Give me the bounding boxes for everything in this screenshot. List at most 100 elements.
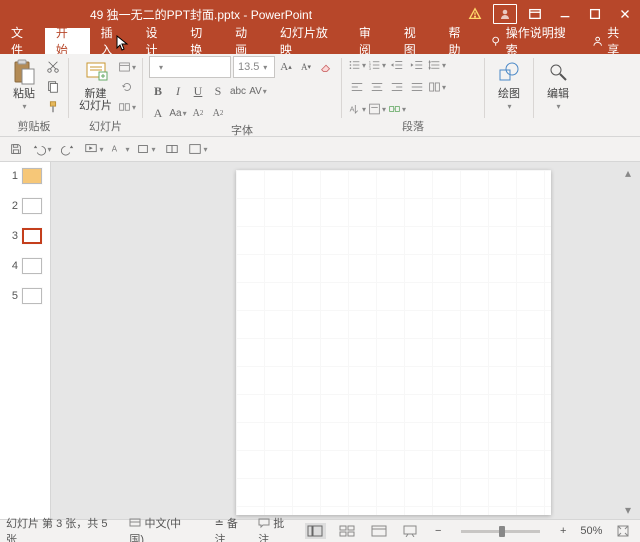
tab-design[interactable]: 设计	[134, 28, 179, 54]
format-painter-button[interactable]	[44, 98, 62, 116]
clear-format-button[interactable]	[317, 58, 335, 76]
slideshow-view-button[interactable]	[399, 523, 421, 539]
align-center-button[interactable]	[368, 78, 386, 96]
tab-view[interactable]: 视图	[393, 28, 438, 54]
columns-icon	[428, 80, 441, 94]
tab-review[interactable]: 审阅	[348, 28, 393, 54]
start-from-beginning-button[interactable]: ▾	[84, 140, 104, 158]
scroll-up-icon[interactable]: ▴	[625, 166, 637, 178]
thumbnail-1[interactable]: 1	[8, 168, 42, 184]
layout-button[interactable]: ▾	[118, 58, 136, 76]
reading-view-button[interactable]	[368, 523, 390, 539]
ribbon-options-button[interactable]	[520, 3, 550, 25]
bullets-button[interactable]: ▾	[348, 56, 366, 74]
text-direction-button[interactable]: A▾	[348, 100, 366, 118]
justify-icon	[410, 80, 424, 94]
valign-icon	[368, 102, 381, 116]
zoom-knob[interactable]	[499, 526, 505, 537]
copy-button[interactable]	[44, 78, 62, 96]
inc-indent-button[interactable]	[408, 56, 426, 74]
tab-insert[interactable]: 插入	[90, 28, 135, 54]
group-slides: 新建 幻灯片 ▾ ▾ 幻灯片	[69, 54, 142, 136]
line-spacing-button[interactable]: ▾	[428, 56, 446, 74]
tab-home[interactable]: 开始	[45, 28, 90, 54]
section-button[interactable]: ▾	[118, 98, 136, 116]
cut-button[interactable]	[44, 58, 62, 76]
slide-canvas-area[interactable]: ▴ ▾	[51, 162, 640, 519]
redo-button[interactable]	[58, 140, 78, 158]
change-case-button[interactable]: Aa▾	[169, 104, 187, 122]
thumbnail-2[interactable]: 2	[8, 198, 42, 214]
fit-to-window-button[interactable]	[612, 523, 634, 539]
tab-animations[interactable]: 动画	[224, 28, 269, 54]
close-button[interactable]	[610, 3, 640, 25]
normal-view-button[interactable]	[305, 523, 327, 539]
decrease-font-button[interactable]: A▾	[297, 58, 315, 76]
qat-button-4[interactable]: ▾	[188, 140, 208, 158]
numbering-button[interactable]: 123▾	[368, 56, 386, 74]
bold-button[interactable]: B	[149, 82, 167, 100]
chevron-down-icon: ▾	[155, 63, 167, 72]
subscript-button[interactable]: A2	[209, 104, 227, 122]
italic-button[interactable]: I	[169, 82, 187, 100]
reset-button[interactable]	[118, 78, 136, 96]
zoom-out-button[interactable]: −	[431, 525, 445, 537]
superscript-button[interactable]: A2	[189, 104, 207, 122]
comments-button[interactable]: 批注	[258, 515, 294, 542]
minimize-button[interactable]	[550, 3, 580, 25]
group-drawing: 绘图 ▾ 绘图	[485, 54, 533, 136]
font-color-button[interactable]: A	[149, 104, 167, 122]
find-icon	[547, 61, 569, 83]
new-slide-button[interactable]: 新建 幻灯片	[75, 56, 116, 112]
zoom-value[interactable]: 50%	[580, 525, 602, 537]
language-indicator[interactable]: 中文(中国)	[129, 515, 194, 542]
account-button[interactable]	[490, 3, 520, 25]
slideshow-icon	[84, 142, 98, 156]
strike-button[interactable]: S	[209, 82, 227, 100]
save-button[interactable]	[6, 140, 26, 158]
thumbnail-3[interactable]: 3	[8, 228, 42, 244]
font-name-combo[interactable]: ▾	[149, 56, 231, 78]
tab-file[interactable]: 文件	[0, 28, 45, 54]
thumbnail-4[interactable]: 4	[8, 258, 42, 274]
zoom-slider[interactable]	[461, 530, 540, 533]
maximize-button[interactable]	[580, 3, 610, 25]
columns-button[interactable]: ▾	[428, 78, 446, 96]
editing-button[interactable]: 编辑 ▾	[540, 56, 576, 111]
smartart-button[interactable]: ▾	[388, 100, 406, 118]
sorter-view-button[interactable]	[336, 523, 358, 539]
tab-transitions[interactable]: 切换	[179, 28, 224, 54]
vertical-scrollbar[interactable]: ▴ ▾	[624, 162, 638, 519]
text-direction-icon: A	[348, 102, 361, 116]
justify-button[interactable]	[408, 78, 426, 96]
char-spacing-button[interactable]: AV▾	[249, 82, 267, 100]
qat-button[interactable]: A▾	[110, 140, 130, 158]
share-icon	[592, 35, 603, 47]
align-left-icon	[350, 80, 364, 94]
tab-slideshow[interactable]: 幻灯片放映	[269, 28, 348, 54]
drawing-button[interactable]: 绘图 ▾	[491, 56, 527, 111]
align-text-button[interactable]: ▾	[368, 100, 386, 118]
align-right-button[interactable]	[388, 78, 406, 96]
underline-button[interactable]: U	[189, 82, 207, 100]
font-size-combo[interactable]: 13.5▾	[233, 56, 275, 78]
align-left-button[interactable]	[348, 78, 366, 96]
smartart-icon	[388, 102, 401, 116]
qat-button-3[interactable]	[162, 140, 182, 158]
share-button[interactable]: 共享	[582, 28, 640, 54]
tab-help[interactable]: 帮助	[438, 28, 483, 54]
slide-canvas[interactable]	[236, 170, 551, 515]
tell-me-label: 操作说明搜索	[506, 24, 574, 58]
paste-button[interactable]: 粘贴 ▾	[6, 56, 42, 111]
dec-indent-button[interactable]	[388, 56, 406, 74]
thumbnail-5[interactable]: 5	[8, 288, 42, 304]
scroll-down-icon[interactable]: ▾	[625, 503, 637, 515]
bullets-icon	[348, 58, 361, 72]
qat-button-2[interactable]: ▾	[136, 140, 156, 158]
notes-button[interactable]: ≐ 备注	[215, 515, 249, 542]
undo-button[interactable]: ▾	[32, 140, 52, 158]
tell-me-search[interactable]: 操作说明搜索	[482, 28, 582, 54]
shadow-button[interactable]: abc	[229, 82, 247, 100]
increase-font-button[interactable]: A▴	[277, 58, 295, 76]
zoom-in-button[interactable]: +	[556, 525, 570, 537]
